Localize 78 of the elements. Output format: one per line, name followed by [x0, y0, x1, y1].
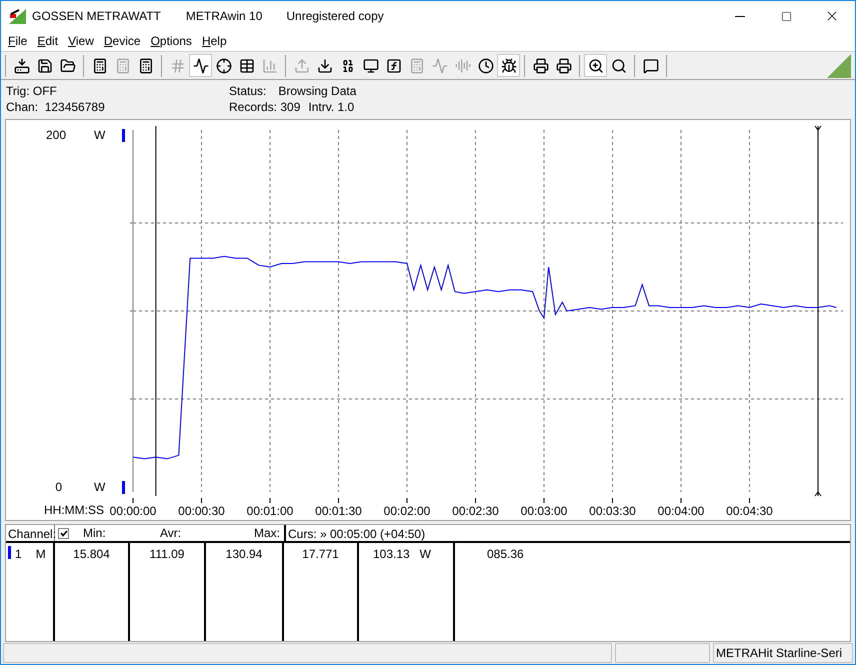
counter-icon — [170, 58, 186, 74]
menu-item[interactable]: File — [3, 32, 32, 50]
unit-label: W — [94, 480, 106, 494]
table-cell: 15.804 — [73, 547, 110, 561]
resize-triangle-icon — [827, 54, 851, 78]
axis-label: 00:03:00 — [520, 504, 568, 518]
zoom-button[interactable] — [584, 54, 607, 77]
save-icon — [36, 58, 52, 74]
bar-chart-icon — [262, 58, 278, 74]
wave-icon — [432, 58, 448, 74]
scale-marker — [122, 129, 125, 142]
export-icon — [294, 58, 310, 74]
unit-label: W — [94, 128, 106, 142]
function-icon — [386, 58, 402, 74]
checkmark-icon — [60, 530, 68, 536]
import-icon — [316, 58, 332, 74]
app-logo-icon — [9, 8, 26, 24]
window-title: Unregistered copy — [286, 8, 384, 25]
disk-arrow-icon — [14, 58, 30, 74]
printer-icon — [556, 58, 572, 74]
menu-item[interactable]: View — [63, 32, 99, 50]
table-icon — [238, 58, 254, 74]
column-header: Channel: — [6, 525, 55, 541]
table-cell-text: 103.13 — [372, 546, 410, 563]
bug-icon — [500, 58, 516, 74]
interval-value: Intrv. 1.0 — [308, 99, 354, 115]
axis-label: 00:01:00 — [246, 504, 294, 518]
column-header: Avr: — [159, 525, 182, 542]
channel-number: 1 — [15, 546, 22, 563]
checkbox[interactable] — [58, 528, 69, 538]
table-cell: 085.36 — [487, 547, 524, 561]
folder-icon — [60, 58, 76, 74]
menu-item[interactable]: Help — [196, 32, 232, 50]
column-header: Min: — [83, 525, 106, 542]
channel-mode: M — [36, 546, 46, 563]
bug-button[interactable] — [497, 54, 520, 77]
axis-label: 00:03:30 — [589, 504, 636, 518]
trigger-status: Trig: OFF — [6, 83, 58, 99]
window-title: METRAwin 10 — [186, 8, 262, 25]
search-icon — [610, 58, 626, 74]
axis-label: 00:00:30 — [178, 504, 225, 518]
table-cell: 130.94 — [226, 547, 262, 561]
crosshair-icon — [216, 58, 232, 74]
wave-lines-icon — [454, 58, 470, 74]
status-label: Status: — [229, 83, 266, 99]
axis-label: 00:04:30 — [726, 504, 773, 518]
menu-item[interactable]: Device — [98, 32, 146, 50]
axis-label: HH:MM:SS — [44, 503, 104, 517]
clock-icon — [478, 58, 494, 74]
printer-icon — [532, 58, 548, 74]
zoom-icon — [588, 58, 604, 74]
axis-label: 00:00:00 — [110, 504, 156, 518]
axis-label: 00:04:00 — [658, 504, 704, 518]
menu-item[interactable]: Edit — [32, 32, 64, 50]
axis-label: 00:02:00 — [384, 504, 430, 518]
table-cell: 17.771 — [302, 547, 339, 561]
monitor-icon — [362, 58, 378, 74]
column-header: Max: — [252, 525, 281, 542]
wave-button[interactable] — [189, 54, 212, 77]
status-value: Browsing Data — [278, 83, 356, 99]
axis-label: 00:02:30 — [452, 504, 499, 518]
axis-label: 200 — [46, 128, 66, 142]
cursor-line[interactable] — [814, 126, 822, 496]
speech-bubble-icon — [642, 58, 658, 74]
wave-icon — [192, 58, 208, 74]
channel-list: Chan: 123456789 — [6, 99, 229, 115]
menu-item[interactable]: Options — [146, 32, 197, 50]
scale-marker — [122, 481, 125, 494]
cursor-line[interactable] — [155, 126, 156, 496]
axis-label: 00:01:30 — [315, 504, 362, 518]
record-count: Records: 309 — [229, 99, 300, 115]
table-cell: 111.09 — [150, 547, 184, 561]
column-header: Curs: » 00:05:00 (+04:50) — [284, 525, 426, 541]
maximize-icon — [780, 10, 792, 22]
window-title: GOSSEN METRAWATT — [32, 8, 161, 25]
axis-label: 0 — [55, 480, 62, 494]
status-bar-pane: METRAHit Starline-Seri — [713, 643, 853, 663]
unit-label: W — [420, 546, 431, 563]
